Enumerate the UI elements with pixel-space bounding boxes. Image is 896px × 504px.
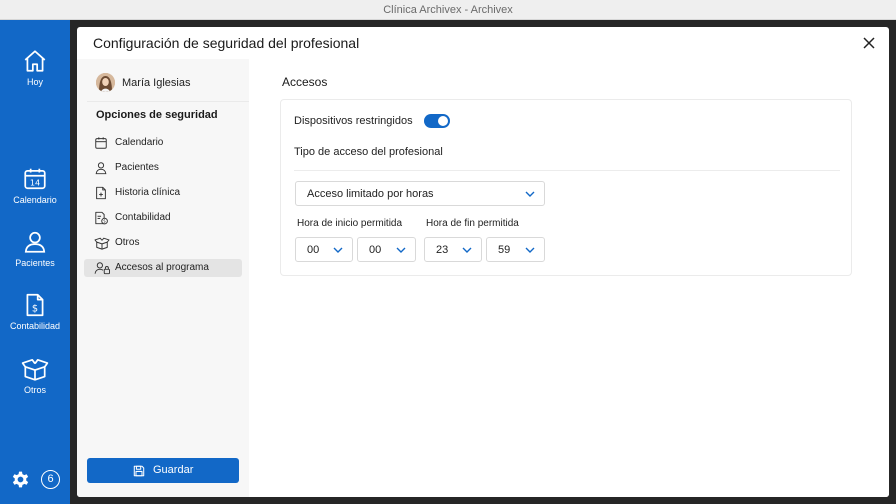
start-time-label: Hora de inicio permitida [297, 218, 403, 229]
accounting-icon: $ [95, 211, 108, 225]
gear-icon[interactable] [10, 469, 31, 490]
access-type-value: Acceso limitado por horas [307, 188, 434, 200]
user-lock-icon [94, 262, 110, 275]
end-minute-select[interactable]: 59 [486, 237, 545, 262]
dialog-header: Configuración de seguridad del profesion… [77, 27, 889, 59]
svg-text:$: $ [103, 219, 106, 225]
menu-item-historia-clinica[interactable]: Historia clínica [84, 184, 242, 202]
close-icon[interactable] [861, 35, 877, 51]
nav-bottom-bar: 6 [0, 468, 70, 492]
start-minute-value: 00 [369, 244, 382, 256]
menu-item-otros[interactable]: Otros [84, 234, 242, 252]
save-icon [133, 465, 145, 477]
nav-label: Pacientes [15, 258, 55, 268]
menu-item-calendario[interactable]: Calendario [84, 134, 242, 152]
chevron-down-icon [333, 247, 343, 253]
divider [87, 101, 249, 102]
access-type-label: Tipo de acceso del profesional [294, 146, 443, 158]
dialog-title: Configuración de seguridad del profesion… [93, 35, 360, 51]
menu-item-label: Otros [115, 237, 140, 248]
start-hour-value: 00 [307, 244, 320, 256]
security-settings-dialog: Configuración de seguridad del profesion… [77, 27, 889, 497]
chevron-down-icon [462, 247, 472, 253]
box-icon [21, 358, 49, 381]
nav-label: Hoy [26, 77, 43, 87]
menu-item-label: Pacientes [115, 162, 159, 173]
menu-item-label: Historia clínica [115, 187, 181, 198]
menu-item-label: Contabilidad [115, 212, 171, 223]
menu-item-contabilidad[interactable]: $ Contabilidad [84, 209, 242, 227]
toggle-knob [438, 116, 448, 126]
start-minute-select[interactable]: 00 [357, 237, 416, 262]
menu-item-accesos[interactable]: Accesos al programa [84, 259, 242, 277]
menu-item-pacientes[interactable]: Pacientes [84, 159, 242, 177]
access-type-select[interactable]: Acceso limitado por horas [295, 181, 545, 206]
menu-item-label: Accesos al programa [115, 262, 209, 273]
user-icon [24, 231, 46, 253]
access-card: Dispositivos restringidos Tipo de acceso… [280, 99, 852, 276]
notification-badge[interactable]: 6 [41, 470, 60, 489]
save-button-label: Guardar [153, 464, 194, 476]
user-icon [95, 162, 107, 175]
security-options-title: Opciones de seguridad [96, 109, 218, 121]
avatar [96, 73, 115, 92]
window-titlebar: Clínica Archivex - Archivex [0, 0, 896, 20]
window-title: Clínica Archivex - Archivex [383, 4, 513, 16]
end-hour-value: 23 [436, 244, 449, 256]
divider [294, 170, 840, 171]
nav-item-pacientes[interactable]: Pacientes [0, 229, 70, 268]
invoice-icon: $ [26, 293, 44, 317]
chevron-down-icon [525, 247, 535, 253]
access-title: Accesos [282, 75, 328, 89]
chevron-down-icon [525, 191, 535, 197]
end-hour-select[interactable]: 23 [424, 237, 482, 262]
save-button[interactable]: Guardar [87, 458, 239, 483]
settings-sidebar: María Iglesias Opciones de seguridad Cal… [77, 59, 249, 497]
nav-label: Calendario [13, 195, 57, 205]
user-name: María Iglesias [122, 77, 191, 89]
nav-item-contabilidad[interactable]: $ Contabilidad [0, 292, 70, 331]
calendar-icon: 14 [24, 168, 46, 190]
menu-item-label: Calendario [115, 137, 164, 148]
nav-item-otros[interactable]: Otros [0, 356, 70, 395]
calendar-day: 14 [30, 178, 40, 188]
main-nav: Hoy 14 Calendario Pacientes $ Contabilid… [0, 20, 70, 504]
end-minute-value: 59 [498, 244, 511, 256]
start-hour-select[interactable]: 00 [295, 237, 353, 262]
medical-file-icon [96, 186, 106, 200]
nav-item-hoy[interactable]: Hoy [0, 48, 70, 87]
nav-label: Contabilidad [9, 321, 61, 331]
calendar-icon [95, 137, 107, 149]
restricted-devices-label: Dispositivos restringidos [294, 115, 413, 127]
access-panel: Accesos Dispositivos restringidos Tipo d… [249, 59, 889, 497]
home-icon [24, 50, 46, 72]
svg-text:$: $ [32, 304, 38, 315]
nav-item-calendario[interactable]: 14 Calendario [0, 166, 70, 205]
box-icon [94, 237, 110, 250]
chevron-down-icon [396, 247, 406, 253]
restricted-devices-toggle[interactable] [424, 114, 450, 128]
nav-label: Otros [23, 385, 46, 395]
end-time-label: Hora de fin permitida [426, 218, 519, 229]
